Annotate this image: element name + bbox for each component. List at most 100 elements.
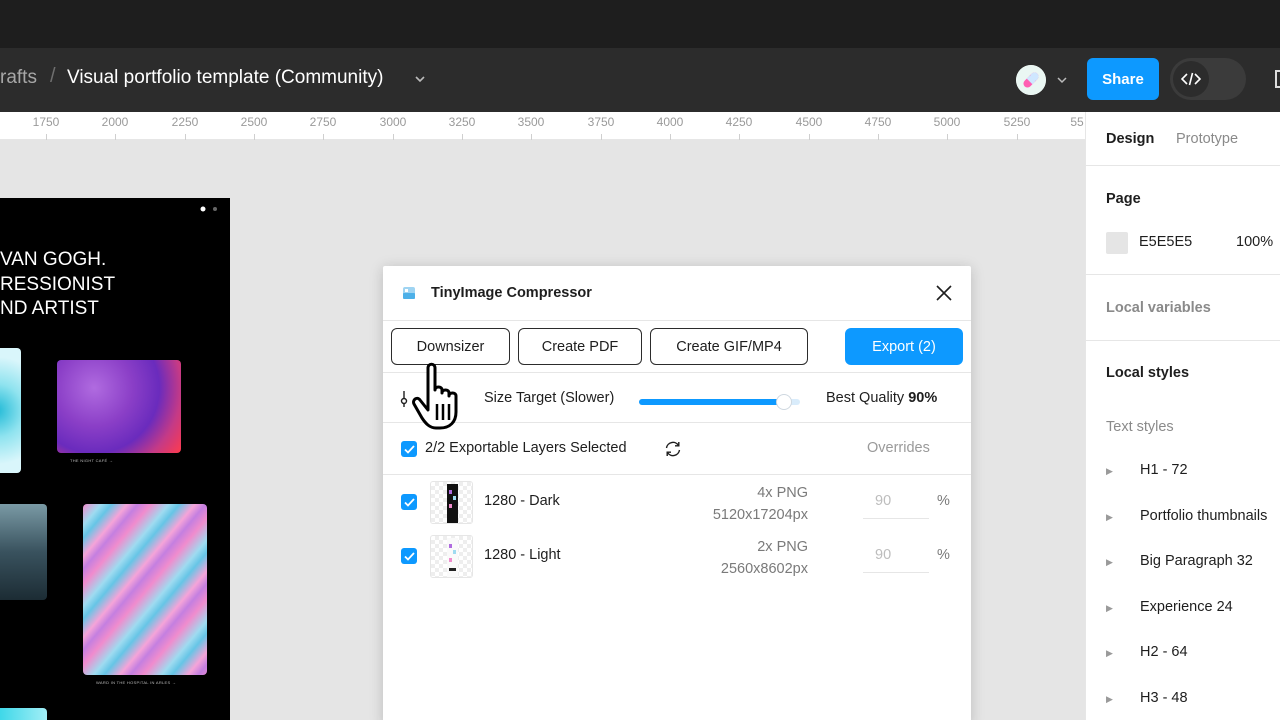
ruler-mark: 5250	[1003, 115, 1031, 129]
layer-checkbox[interactable]	[401, 548, 417, 564]
local-styles-heading: Local styles	[1106, 365, 1190, 381]
tab-create-gif-mp4[interactable]: Create GIF/MP4	[650, 328, 808, 365]
share-button[interactable]: Share	[1087, 58, 1159, 100]
layer-row: 1280 - Dark 4x PNG 5120x17204px 90 %	[383, 475, 971, 529]
avatar	[1014, 63, 1048, 97]
ruler-mark: 4000	[656, 115, 684, 129]
user-avatar-menu[interactable]	[1010, 60, 1074, 100]
layer-thumbnail	[430, 481, 473, 524]
chevron-down-icon	[1057, 77, 1067, 84]
ruler-mark: 3500	[517, 115, 545, 129]
close-icon[interactable]	[935, 284, 953, 302]
checkmark-icon	[403, 551, 415, 561]
portfolio-thumbnail	[57, 360, 181, 453]
caret-right-icon: ▶	[1106, 648, 1113, 658]
page-color-value[interactable]: E5E5E5	[1139, 234, 1192, 250]
caret-right-icon: ▶	[1106, 512, 1113, 522]
layer-quality-input[interactable]: 90	[863, 485, 929, 519]
layer-export-info: 2x PNG 2560x8602px	[721, 537, 808, 580]
tinyimage-logo-icon	[403, 287, 415, 299]
quality-readout: Best Quality 90%	[826, 390, 937, 406]
ruler-mark: 1750	[32, 115, 60, 129]
page-opacity-value[interactable]: 100%	[1236, 234, 1273, 250]
theme-toggle-icon	[200, 206, 217, 212]
text-style-item[interactable]: ▶ Portfolio thumbnails	[1106, 508, 1267, 530]
ruler-mark: 3250	[448, 115, 476, 129]
slider-thumb[interactable]	[776, 395, 791, 409]
local-variables-button[interactable]: Local variables	[1106, 300, 1211, 316]
dev-mode-toggle[interactable]	[1170, 58, 1246, 100]
ruler-mark: 4250	[725, 115, 753, 129]
code-icon	[1173, 61, 1209, 97]
page-heading: Page	[1106, 191, 1141, 207]
toolbar: rafts / Visual portfolio template (Commu…	[0, 48, 1280, 112]
caret-right-icon: ▶	[1106, 466, 1113, 476]
properties-panel: Design Prototype Page E5E5E5 100% Local …	[1085, 112, 1280, 720]
ruler-mark: 4750	[864, 115, 892, 129]
dialog-header: TinyImage Compressor	[383, 266, 971, 321]
layer-name: 1280 - Dark	[484, 493, 560, 509]
page-color-swatch[interactable]	[1106, 232, 1128, 254]
dialog-title: TinyImage Compressor	[431, 285, 592, 301]
layers-selected-label: 2/2 Exportable Layers Selected	[425, 440, 627, 456]
quality-value: 90%	[908, 390, 938, 406]
text-style-item[interactable]: ▶ H3 - 48	[1106, 690, 1188, 712]
text-style-name: Portfolio thumbnails	[1140, 508, 1268, 524]
text-style-item[interactable]: ▶ Big Paragraph 32	[1106, 553, 1253, 575]
layer-checkbox[interactable]	[401, 494, 417, 510]
plugin-dialog: TinyImage Compressor Downsizer Create PD…	[383, 266, 971, 720]
caret-right-icon: ▶	[1106, 557, 1113, 567]
tab-prototype[interactable]: Prototype	[1176, 131, 1238, 147]
layer-format: 2x PNG	[757, 539, 808, 555]
percent-unit: %	[937, 493, 950, 509]
text-style-item[interactable]: ▶ H1 - 72	[1106, 462, 1188, 484]
text-style-name: Experience 24	[1140, 599, 1233, 615]
layer-quality-input[interactable]: 90	[863, 539, 929, 573]
refresh-icon[interactable]	[663, 439, 683, 459]
portfolio-thumbnail	[0, 504, 47, 600]
thumbnail-caption: THE NIGHT CAFÉ →	[70, 458, 114, 463]
text-style-item[interactable]: ▶ Experience 24	[1106, 599, 1233, 621]
text-style-item[interactable]: ▶ H2 - 64	[1106, 644, 1188, 666]
file-title[interactable]: Visual portfolio template (Community)	[67, 67, 383, 89]
ruler-mark: 3750	[587, 115, 615, 129]
layer-name: 1280 - Light	[484, 547, 561, 563]
checkmark-icon	[403, 444, 415, 454]
tab-create-pdf[interactable]: Create PDF	[518, 328, 642, 365]
thumbnail-caption: WARD IN THE HOSPITAL IN ARLES →	[96, 680, 177, 685]
select-all-checkbox[interactable]	[401, 441, 417, 457]
layer-dimensions: 5120x17204px	[712, 506, 808, 523]
caret-right-icon: ▶	[1106, 694, 1113, 704]
pill-icon	[1016, 65, 1046, 95]
percent-unit: %	[937, 547, 950, 563]
frame-headline: VAN GOGH. RESSIONIST ND ARTIST	[0, 249, 116, 319]
export-button[interactable]: Export (2)	[845, 328, 963, 365]
layer-row: 1280 - Light 2x PNG 2560x8602px 90 %	[383, 529, 971, 583]
breadcrumb-separator: /	[50, 65, 56, 87]
text-styles-heading: Text styles	[1106, 419, 1174, 435]
panel-toggle-icon[interactable]	[1275, 70, 1280, 88]
ruler-mark: 2750	[309, 115, 337, 129]
size-target-label: Size Target (Slower)	[484, 390, 615, 406]
caret-right-icon: ▶	[1106, 603, 1113, 613]
ruler-mark: 3000	[379, 115, 407, 129]
panel-tabs: Design Prototype	[1086, 112, 1280, 166]
text-style-name: Big Paragraph 32	[1140, 553, 1253, 569]
quality-label: Best Quality	[826, 390, 905, 406]
hand-cursor-icon	[412, 362, 458, 430]
quality-slider[interactable]	[639, 395, 800, 409]
text-style-name: H3 - 48	[1140, 690, 1188, 706]
tab-design[interactable]: Design	[1106, 131, 1154, 147]
horizontal-ruler: 1750 2000 2250 2500 2750 3000 3250 3500 …	[0, 112, 1085, 140]
portfolio-thumbnail	[83, 504, 207, 675]
layer-format: 4x PNG	[757, 485, 808, 501]
window-top-bar	[0, 0, 1280, 48]
layer-dimensions: 2560x8602px	[720, 560, 808, 577]
breadcrumb-drafts[interactable]: rafts	[0, 67, 37, 89]
chevron-down-icon[interactable]	[413, 72, 427, 86]
frame-1280-dark[interactable]: VAN GOGH. RESSIONIST ND ARTIST THE NIGHT…	[0, 198, 230, 720]
ruler-mark: 2500	[240, 115, 268, 129]
ruler-mark: 55	[1070, 115, 1084, 129]
text-style-name: H1 - 72	[1140, 462, 1188, 478]
ruler-mark: 2000	[101, 115, 129, 129]
